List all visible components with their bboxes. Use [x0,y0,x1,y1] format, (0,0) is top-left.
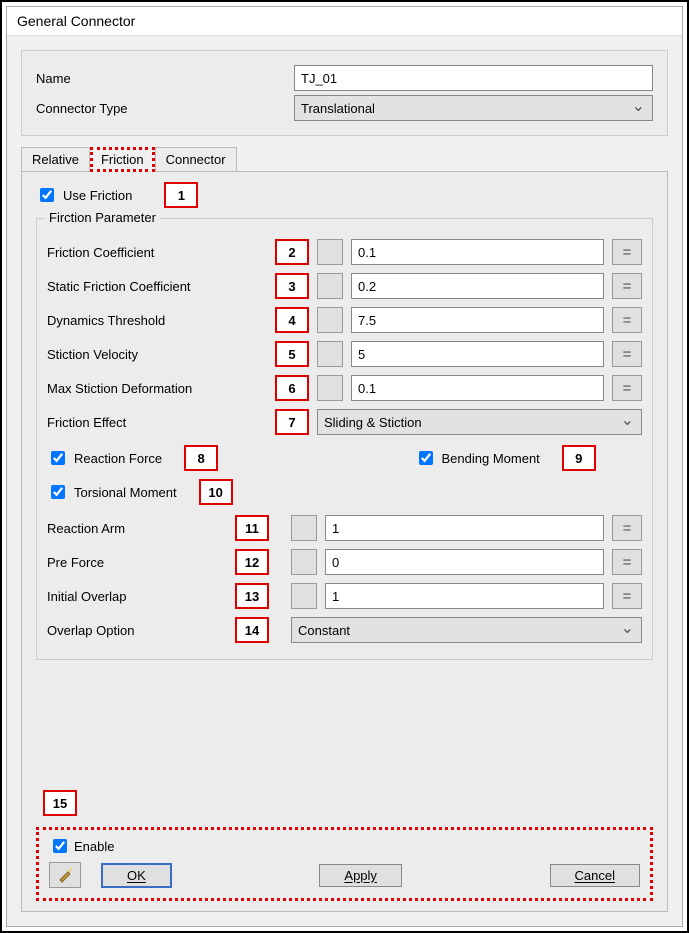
reaction-arm-picker[interactable] [291,515,317,541]
use-friction-label: Use Friction [63,188,132,203]
callout-14: 14 [235,617,269,643]
friction-coeff-label: Friction Coefficient [47,245,267,260]
name-input[interactable] [294,65,653,91]
callout-3: 3 [275,273,309,299]
reaction-force-label: Reaction Force [74,451,162,466]
reaction-arm-input[interactable] [325,515,604,541]
equals-button[interactable]: = [612,515,642,541]
static-friction-coeff-input[interactable] [351,273,604,299]
cancel-button[interactable]: Cancel [550,864,640,887]
callout-10: 10 [199,479,233,505]
help-icon-button[interactable] [49,862,81,888]
equals-button[interactable]: = [612,549,642,575]
callout-5: 5 [275,341,309,367]
apply-button[interactable]: Apply [319,864,402,887]
friction-parameter-group: Firction Parameter Friction Coefficient … [36,218,653,660]
ok-button[interactable]: OK [101,863,172,888]
callout-1: 1 [164,182,198,208]
callout-12: 12 [235,549,269,575]
callout-4: 4 [275,307,309,333]
dynamics-threshold-picker[interactable] [317,307,343,333]
torsional-moment-label: Torsional Moment [74,485,177,500]
callout-9: 9 [562,445,596,471]
callout-13: 13 [235,583,269,609]
callout-11: 11 [235,515,269,541]
connector-type-label: Connector Type [36,101,286,116]
name-label: Name [36,71,286,86]
wand-icon [57,867,73,883]
friction-effect-label: Friction Effect [47,415,267,430]
equals-button[interactable]: = [612,583,642,609]
dynamics-threshold-label: Dynamics Threshold [47,313,267,328]
overlap-option-label: Overlap Option [47,623,227,638]
callout-6: 6 [275,375,309,401]
bending-moment-label: Bending Moment [442,451,540,466]
stiction-velocity-label: Stiction Velocity [47,347,267,362]
tab-relative[interactable]: Relative [21,147,90,171]
friction-coeff-input[interactable] [351,239,604,265]
reaction-arm-label: Reaction Arm [47,521,227,536]
enable-label: Enable [74,839,114,854]
callout-8: 8 [184,445,218,471]
callout-7: 7 [275,409,309,435]
stiction-velocity-input[interactable] [351,341,604,367]
dynamics-threshold-input[interactable] [351,307,604,333]
pre-force-picker[interactable] [291,549,317,575]
max-stiction-def-picker[interactable] [317,375,343,401]
pre-force-input[interactable] [325,549,604,575]
initial-overlap-label: Initial Overlap [47,589,227,604]
header-panel: Name Connector Type [21,50,668,136]
window-title: General Connector [7,7,682,36]
max-stiction-def-input[interactable] [351,375,604,401]
equals-button[interactable]: = [612,273,642,299]
friction-parameter-legend: Firction Parameter [45,210,160,225]
enable-checkbox[interactable] [53,839,67,853]
connector-type-select[interactable] [294,95,653,121]
initial-overlap-input[interactable] [325,583,604,609]
friction-effect-select[interactable] [317,409,642,435]
initial-overlap-picker[interactable] [291,583,317,609]
static-friction-coeff-label: Static Friction Coefficient [47,279,267,294]
max-stiction-def-label: Max Stiction Deformation [47,381,267,396]
callout-2: 2 [275,239,309,265]
friction-panel: Use Friction 1 Firction Parameter Fricti… [21,172,668,912]
static-friction-coeff-picker[interactable] [317,273,343,299]
torsional-moment-checkbox[interactable] [51,485,65,499]
dialog-window: General Connector Name Connector Type Re… [6,6,683,927]
equals-button[interactable]: = [612,307,642,333]
equals-button[interactable]: = [612,341,642,367]
tab-friction[interactable]: Friction [90,147,155,172]
tab-connector[interactable]: Connector [155,147,237,171]
bending-moment-checkbox[interactable] [419,451,433,465]
tabs: Relative Friction Connector [21,146,668,172]
stiction-velocity-picker[interactable] [317,341,343,367]
pre-force-label: Pre Force [47,555,227,570]
callout-15: 15 [43,790,77,816]
footer-region: 15 Enable OK Apply Cancel [36,827,653,901]
friction-coeff-picker[interactable] [317,239,343,265]
use-friction-checkbox[interactable] [40,188,54,202]
reaction-force-checkbox[interactable] [51,451,65,465]
equals-button[interactable]: = [612,239,642,265]
overlap-option-select[interactable] [291,617,642,643]
equals-button[interactable]: = [612,375,642,401]
